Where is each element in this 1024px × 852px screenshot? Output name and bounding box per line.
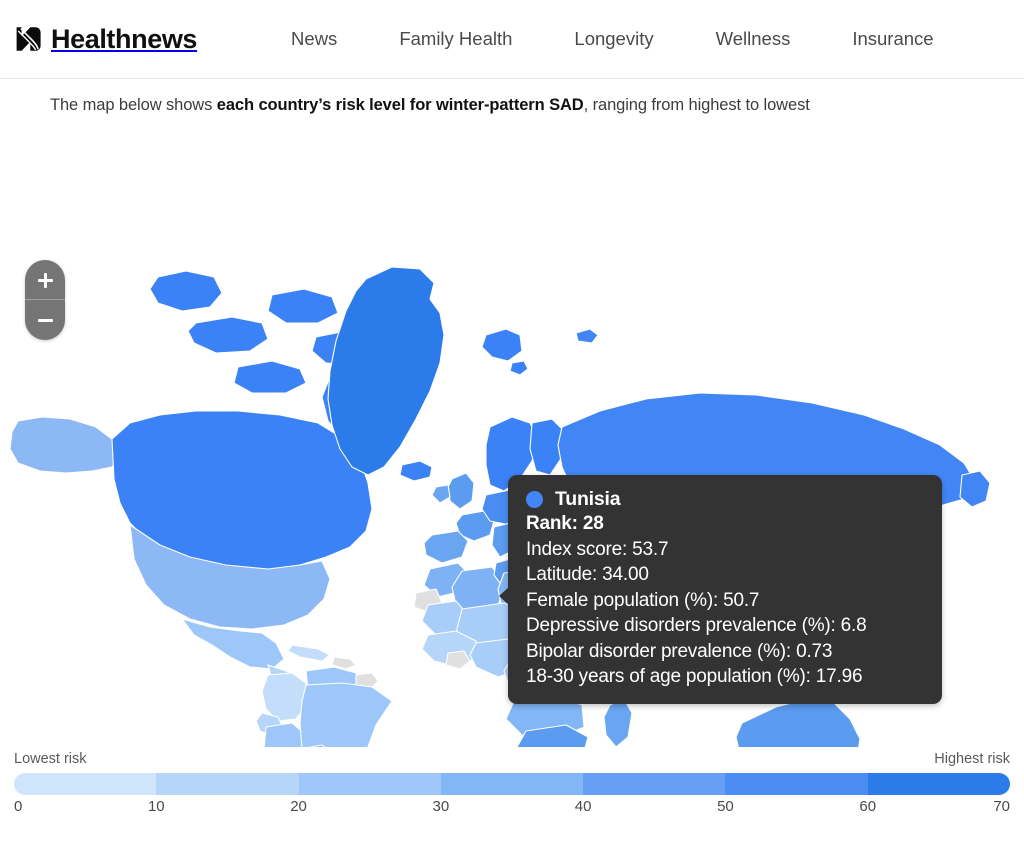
legend-segment-50-60	[725, 773, 868, 795]
legend-tick-labels: 0 10 20 30 40 50 60 70	[14, 798, 1010, 824]
map-region-kamchatka[interactable]	[959, 470, 991, 508]
map-region-brazil[interactable]	[299, 682, 393, 747]
brand-name: Healthnews	[51, 23, 198, 54]
map-region-iberia[interactable]	[423, 530, 469, 564]
map-zoom-controls[interactable]	[25, 260, 65, 340]
map-region-greenland[interactable]	[327, 266, 445, 476]
country-tooltip: Tunisia Rank: 28 Index score: 53.7 Latit…	[499, 475, 942, 704]
map-region-svalbard-2[interactable]	[509, 360, 529, 376]
nav-item-longevity[interactable]: Longevity	[543, 22, 684, 56]
tooltip-stat-female-population: Female population (%): 50.7	[526, 589, 760, 611]
map-region-canada-arctic-3[interactable]	[233, 360, 307, 394]
legend-segment-30-40	[440, 773, 584, 795]
tooltip-stats-list: Rank: 28 Index score: 53.7 Latitude: 34.…	[526, 511, 926, 690]
country-marker-dot-icon	[526, 491, 543, 508]
map-region-canada-arctic-2[interactable]	[187, 316, 269, 354]
legend-tick-50: 50	[717, 798, 734, 815]
map-region-franz-josef[interactable]	[575, 328, 599, 344]
map-legend: Lowest risk Highest risk 0 10 20 30 40 50 60 70	[0, 751, 1024, 824]
legend-tick-0: 0	[14, 798, 23, 815]
tooltip-header: Tunisia	[526, 488, 926, 511]
map-region-svalbard[interactable]	[481, 328, 523, 362]
legend-end-labels: Lowest risk Highest risk	[14, 751, 1010, 773]
legend-segment-0-10	[14, 773, 157, 795]
legend-tick-10: 10	[147, 798, 165, 815]
legend-lowest-risk-label: Lowest risk	[14, 751, 87, 767]
legend-segment-20-30	[298, 773, 441, 795]
map-caption-emphasis: each country’s risk level for winter-pat…	[216, 96, 584, 114]
map-region-peru[interactable]	[263, 722, 307, 747]
brand-logo-link[interactable]: Healthnews	[14, 25, 197, 53]
nav-item-wellness[interactable]: Wellness	[685, 22, 822, 56]
legend-tick-20: 20	[290, 798, 307, 815]
legend-tick-60: 60	[859, 798, 877, 815]
legend-color-bar	[14, 773, 1010, 795]
world-choropleth-map[interactable]: Tunisia Rank: 28 Index score: 53.7 Latit…	[0, 127, 1024, 747]
map-region-cuba[interactable]	[287, 644, 331, 662]
nav-item-insurance[interactable]: Insurance	[821, 22, 964, 56]
map-caption: The map below shows each country’s risk …	[0, 79, 1024, 127]
map-zoom-in-button[interactable]	[25, 260, 65, 300]
map-region-canada-arctic-4[interactable]	[267, 288, 339, 324]
tooltip-stat-rank: Rank: 28	[526, 513, 604, 534]
legend-segment-10-20	[156, 773, 299, 795]
tooltip-stat-age-18-30: 18-30 years of age population (%): 17.96	[526, 666, 863, 687]
tooltip-stat-bipolar-prevalence: Bipolar disorder prevalence (%): 0.73	[526, 640, 833, 662]
tooltip-stat-depressive-prevalence: Depressive disorders prevalence (%): 6.8	[526, 615, 867, 636]
legend-tick-40: 40	[574, 798, 592, 815]
tooltip-country-name: Tunisia	[555, 488, 621, 510]
tooltip-stat-latitude: Latitude: 34.00	[526, 564, 649, 585]
tooltip-stat-index-score: Index score: 53.7	[526, 538, 669, 560]
map-region-australia[interactable]	[735, 698, 861, 747]
legend-tick-30: 30	[432, 798, 450, 815]
map-caption-tail: , ranging from highest to lowest	[583, 96, 810, 114]
map-region-uk[interactable]	[447, 472, 475, 510]
healthnews-n-logo-icon	[14, 25, 42, 53]
legend-tick-70: 70	[993, 798, 1010, 815]
map-region-iceland[interactable]	[399, 460, 433, 482]
nav-item-news[interactable]: News	[260, 22, 368, 56]
map-region-ireland[interactable]	[431, 484, 451, 504]
map-zoom-out-button[interactable]	[25, 300, 65, 340]
main-navigation: News Family Health Longevity Wellness In…	[260, 22, 965, 56]
legend-segment-40-50	[583, 773, 726, 795]
map-caption-lead: The map below shows	[50, 96, 217, 114]
legend-segment-60-70	[867, 773, 1010, 795]
legend-highest-risk-label: Highest risk	[934, 751, 1010, 767]
map-region-madagascar[interactable]	[603, 698, 633, 747]
map-region-alaska[interactable]	[9, 416, 121, 474]
map-region-canada-arctic-1[interactable]	[149, 270, 223, 312]
nav-item-family-health[interactable]: Family Health	[368, 22, 543, 56]
site-header: Healthnews News Family Health Longevity …	[0, 0, 1024, 79]
